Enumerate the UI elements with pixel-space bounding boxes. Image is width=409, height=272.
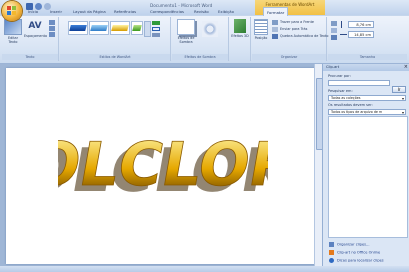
text-wrap-icon	[272, 33, 278, 39]
spacing-button[interactable]: AV Espaçamento	[24, 19, 48, 38]
tab-referencias[interactable]: Referências	[114, 7, 136, 16]
shape-fill-icon[interactable]	[152, 21, 160, 25]
wordart-object[interactable]: FOLCLORE FOLCLORE	[58, 123, 268, 203]
group-objects-icon[interactable]	[331, 28, 337, 33]
shadow-effects-label: Efeitos de Sombra	[177, 36, 195, 44]
office-button[interactable]	[2, 1, 22, 21]
group-label-texto: Texto	[2, 54, 58, 60]
status-bar	[0, 266, 409, 272]
rotate-objects-icon[interactable]	[331, 35, 337, 40]
height-field[interactable]: 8,76 cm	[348, 21, 374, 28]
tab-correspondencias[interactable]: Correspondências	[150, 7, 184, 16]
wordart-style-4[interactable]	[131, 21, 143, 35]
position-icon	[254, 19, 268, 35]
wordart-style-3[interactable]	[110, 21, 130, 35]
spacing-icon: AV	[28, 21, 42, 31]
edit-text-button[interactable]: Editar Texto	[3, 19, 23, 44]
tab-inserir[interactable]: Inserir	[50, 7, 62, 16]
pane-header: Clip-art ×	[323, 64, 409, 71]
even-height-icon	[49, 20, 55, 25]
edit-text-label: Editar Texto	[7, 36, 19, 44]
clipart-online-link[interactable]: Clip-art no Office Online	[329, 250, 380, 255]
word-window: Documento1 - Microsoft Word Ferramentas …	[0, 0, 409, 272]
effects-3d-button[interactable]: Efeitos 3D	[231, 19, 249, 38]
search-for-label: Procurar por:	[328, 74, 351, 78]
position-label: Posição	[254, 36, 268, 40]
organize-clips-label: Organizar clipes...	[337, 242, 370, 247]
clipart-online-label: Clip-art no Office Online	[337, 250, 381, 255]
width-field[interactable]: 14,85 cm	[348, 31, 374, 38]
tab-revisao[interactable]: Revisão	[194, 7, 209, 16]
effects-3d-label: Efeitos 3D	[231, 34, 249, 38]
close-icon[interactable]: ×	[404, 64, 408, 71]
align-icon	[49, 32, 55, 37]
vertical-text-icon	[49, 26, 55, 31]
group-efeitos-3d: Efeitos 3D	[230, 17, 251, 61]
results-list[interactable]	[328, 116, 408, 238]
wordart-style-2[interactable]	[89, 21, 109, 35]
group-label-organizar: Organizar	[252, 54, 326, 60]
group-texto: Editar Texto AV Espaçamento Texto	[2, 17, 59, 61]
tab-exibicao[interactable]: Exibição	[218, 7, 234, 16]
group-efeitos-sombra: Efeitos de Sombra Efeitos de Sombra	[172, 17, 229, 61]
shadow-effects-button[interactable]: Efeitos de Sombra	[175, 19, 197, 44]
edit-text-icon	[4, 19, 22, 35]
wordart-style-1[interactable]	[68, 21, 88, 35]
group-organizar: Posição Trazer para a Frente Enviar para…	[252, 17, 328, 61]
bring-front-icon	[272, 19, 278, 25]
text-format-small-buttons[interactable]	[48, 19, 56, 38]
ribbon: Editar Texto AV Espaçamento Texto Estilo…	[0, 16, 409, 64]
align-objects-icon[interactable]	[331, 21, 337, 26]
clip-tips-link[interactable]: Dicas para localizar clipes	[329, 258, 384, 263]
nudge-shadow-icon[interactable]	[202, 21, 218, 37]
clipart-online-icon	[329, 250, 334, 255]
spacing-label: Espaçamento	[24, 34, 48, 38]
clipart-task-pane: Clip-art × Procurar por: Ir Pesquisar em…	[322, 64, 409, 266]
send-back-label: Enviar para Trás	[280, 27, 308, 31]
shadow-effects-icon	[177, 19, 195, 35]
wordart-text: FOLCLORE	[58, 130, 268, 199]
styles-scroll-icon[interactable]	[144, 21, 151, 37]
tab-layout-pagina[interactable]: Layout da Página	[73, 7, 106, 16]
shape-outline-icon[interactable]	[152, 27, 160, 31]
search-in-label: Pesquisar em:	[328, 89, 353, 93]
tab-inicio[interactable]: Início	[28, 7, 38, 16]
document-page[interactable]: FOLCLORE FOLCLORE	[6, 68, 316, 264]
organize-clips-icon	[329, 242, 334, 247]
search-in-select[interactable]: Todas as coleções	[328, 95, 406, 101]
text-wrap-label: Quebra Automática de Texto	[280, 34, 329, 38]
search-input[interactable]	[328, 80, 390, 86]
go-button[interactable]: Ir	[392, 86, 406, 93]
pane-title: Clip-art	[326, 65, 340, 69]
text-wrap-button[interactable]: Quebra Automática de Texto	[272, 33, 328, 40]
results-type-label: Os resultados devem ser:	[328, 103, 373, 107]
clip-tips-label: Dicas para localizar clipes	[337, 258, 384, 263]
group-estilos-wordart: Estilos de WordArt	[60, 17, 171, 61]
organize-clips-link[interactable]: Organizar clipes...	[329, 242, 369, 247]
position-button[interactable]: Posição	[253, 19, 269, 40]
change-shape-icon[interactable]	[152, 33, 160, 37]
send-back-button[interactable]: Enviar para Trás	[272, 26, 307, 33]
bring-front-button[interactable]: Trazer para a Frente	[272, 19, 314, 26]
group-label-tamanho: Tamanho	[328, 54, 407, 60]
width-icon	[340, 34, 347, 40]
results-type-select[interactable]: Todos os tipos de arquivo de m	[328, 109, 406, 115]
group-label-estilos: Estilos de WordArt	[60, 54, 170, 60]
effects-3d-icon	[234, 19, 246, 33]
group-tamanho: 8,76 cm 14,85 cm Tamanho	[328, 17, 407, 61]
group-label-sombra: Efeitos de Sombra	[172, 54, 228, 60]
height-icon	[341, 21, 347, 28]
send-back-icon	[272, 26, 278, 32]
help-icon	[329, 258, 334, 263]
bring-front-label: Trazer para a Frente	[280, 20, 314, 24]
document-area: FOLCLORE FOLCLORE	[0, 64, 322, 266]
office-logo-icon	[7, 6, 17, 16]
